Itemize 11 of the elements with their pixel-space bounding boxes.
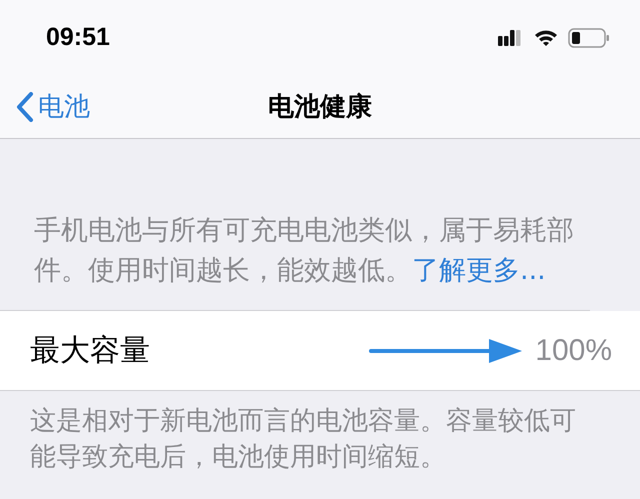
- back-button[interactable]: 电池: [16, 89, 90, 124]
- chevron-left-icon: [16, 92, 34, 122]
- page-title: 电池健康: [268, 91, 372, 124]
- row-value: 100%: [535, 334, 612, 368]
- row-label: 最大容量: [30, 332, 150, 370]
- status-time: 09:51: [46, 23, 110, 52]
- footer-text: 这是相对于新电池而言的电池容量。容量较低可能导致充电后，电池使用时间缩短。: [29, 405, 577, 474]
- battery-icon: [568, 28, 610, 48]
- learn-more-link[interactable]: 了解更多...: [412, 255, 546, 286]
- back-label[interactable]: 电池: [38, 89, 90, 124]
- wifi-icon: [534, 28, 558, 46]
